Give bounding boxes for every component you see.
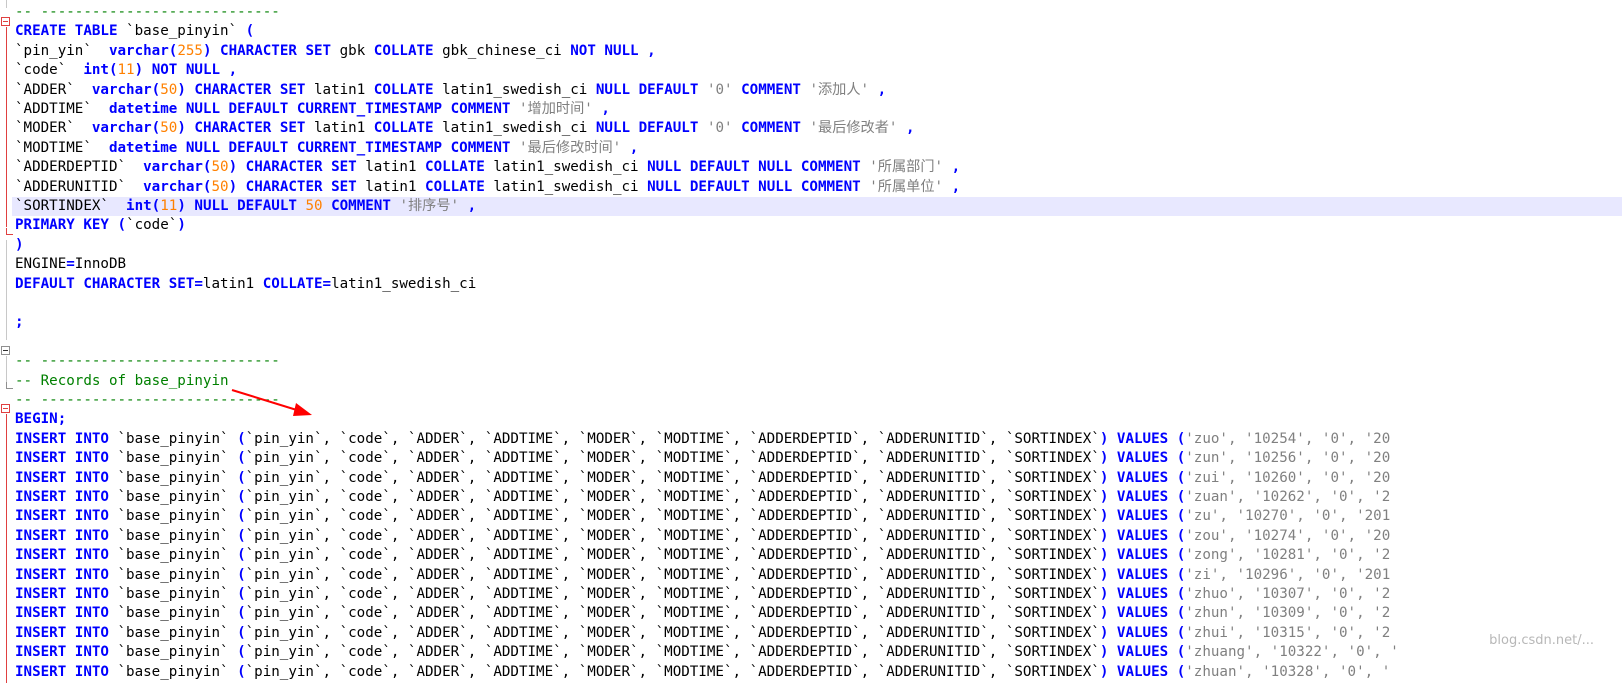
insert-statement-line[interactable]: INSERT INTO `base_pinyin` (`pin_yin`, `c… xyxy=(15,430,1622,449)
code-editor[interactable]: -- ---------------------------- CREATE TA… xyxy=(0,0,1622,683)
code-line[interactable]: -- ---------------------------- xyxy=(15,352,1622,371)
fold-line xyxy=(6,27,7,227)
fold-toggle-create-table[interactable] xyxy=(1,17,10,26)
fold-gutter xyxy=(0,0,13,683)
insert-statement-line[interactable]: INSERT INTO `base_pinyin` (`pin_yin`, `c… xyxy=(15,546,1622,565)
code-line[interactable]: ) xyxy=(15,236,1622,255)
insert-statement-line[interactable]: INSERT INTO `base_pinyin` (`pin_yin`, `c… xyxy=(15,488,1622,507)
code-line[interactable]: `ADDER` varchar(50) CHARACTER SET latin1… xyxy=(15,81,1622,100)
code-line[interactable]: -- Records of base_pinyin xyxy=(15,372,1622,391)
fold-end xyxy=(6,382,13,389)
fold-line xyxy=(6,356,7,382)
code-line[interactable]: `pin_yin` varchar(255) CHARACTER SET gbk… xyxy=(15,42,1622,61)
insert-statement-line[interactable]: INSERT INTO `base_pinyin` (`pin_yin`, `c… xyxy=(15,527,1622,546)
insert-statement-line[interactable]: INSERT INTO `base_pinyin` (`pin_yin`, `c… xyxy=(15,643,1622,662)
code-line[interactable]: ENGINE=InnoDB xyxy=(15,255,1622,274)
code-line[interactable]: `MODER` varchar(50) CHARACTER SET latin1… xyxy=(15,119,1622,138)
insert-statement-line[interactable]: INSERT INTO `base_pinyin` (`pin_yin`, `c… xyxy=(15,585,1622,604)
code-line[interactable]: DEFAULT CHARACTER SET=latin1 COLLATE=lat… xyxy=(15,275,1622,294)
code-line[interactable]: PRIMARY KEY (`code`) xyxy=(15,216,1622,235)
code-line[interactable]: `code` int(11) NOT NULL , xyxy=(15,61,1622,80)
watermark: blog.csdn.net/... xyxy=(1489,633,1594,648)
insert-statement-line[interactable]: INSERT INTO `base_pinyin` (`pin_yin`, `c… xyxy=(15,624,1622,643)
insert-statement-line[interactable]: INSERT INTO `base_pinyin` (`pin_yin`, `c… xyxy=(15,663,1622,682)
code-line[interactable]: BEGIN; xyxy=(15,410,1622,429)
insert-statement-line[interactable]: INSERT INTO `base_pinyin` (`pin_yin`, `c… xyxy=(15,449,1622,468)
code-line[interactable]: `MODTIME` datetime NULL DEFAULT CURRENT_… xyxy=(15,139,1622,158)
code-line[interactable] xyxy=(15,294,1622,313)
fold-line xyxy=(6,414,7,683)
code-line-current[interactable]: `SORTINDEX` int(11) NULL DEFAULT 50 COMM… xyxy=(12,197,1622,217)
code-line[interactable]: -- ---------------------------- xyxy=(15,391,1622,410)
insert-statement-line[interactable]: INSERT INTO `base_pinyin` (`pin_yin`, `c… xyxy=(15,469,1622,488)
fold-toggle-begin[interactable] xyxy=(1,404,10,413)
insert-statement-line[interactable]: INSERT INTO `base_pinyin` (`pin_yin`, `c… xyxy=(15,566,1622,585)
fold-line xyxy=(6,240,7,340)
fold-end xyxy=(6,228,13,235)
code-line[interactable] xyxy=(15,333,1622,352)
code-line[interactable]: CREATE TABLE `base_pinyin` ( xyxy=(15,22,1622,41)
fold-toggle-records-comment[interactable] xyxy=(1,346,10,355)
code-line[interactable]: -- ---------------------------- xyxy=(15,3,1622,22)
code-line[interactable]: ; xyxy=(15,313,1622,332)
code-line[interactable]: `ADDERDEPTID` varchar(50) CHARACTER SET … xyxy=(15,158,1622,177)
code-line[interactable]: `ADDERUNITID` varchar(50) CHARACTER SET … xyxy=(15,178,1622,197)
insert-statement-line[interactable]: INSERT INTO `base_pinyin` (`pin_yin`, `c… xyxy=(15,604,1622,623)
code-line[interactable]: `ADDTIME` datetime NULL DEFAULT CURRENT_… xyxy=(15,100,1622,119)
fold-line xyxy=(6,0,7,8)
insert-statement-line[interactable]: INSERT INTO `base_pinyin` (`pin_yin`, `c… xyxy=(15,507,1622,526)
